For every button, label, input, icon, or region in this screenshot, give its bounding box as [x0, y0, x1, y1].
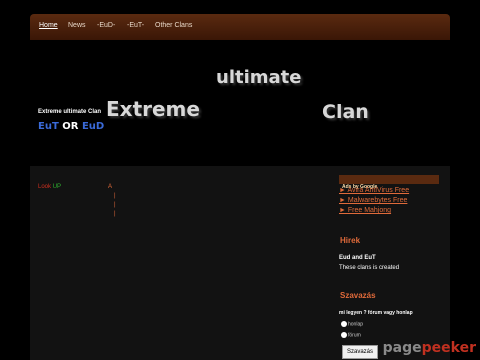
radio-icon[interactable]	[341, 321, 347, 327]
logo-clan: Clan	[322, 101, 369, 123]
up-word: UP	[52, 184, 62, 190]
ad-link-mahjong[interactable]: ► Free Mahjong	[339, 207, 439, 214]
watermark-part1: page	[382, 340, 422, 356]
poll-option-label: honlap	[348, 321, 364, 328]
tag-eut: EuT	[38, 121, 59, 132]
nav-eud[interactable]: -EuD-	[97, 22, 115, 29]
ad-link-malwarebytes[interactable]: ► Malwarebytes Free	[339, 197, 439, 204]
nav-other-clans[interactable]: Other Clans	[155, 22, 192, 29]
ads-header: Ads by Google	[339, 175, 439, 190]
look-up-text: Look UP	[38, 184, 61, 190]
szavazas-title: Szavazás	[340, 291, 376, 300]
nav-eut[interactable]: -EuT-	[127, 22, 144, 29]
bar-2: |	[114, 202, 116, 208]
bar-3: |	[114, 211, 116, 217]
vote-button[interactable]: Szavazás	[342, 345, 378, 359]
ad-link-avira[interactable]: ► Avira AntiVirus Free	[339, 187, 439, 194]
nav-news[interactable]: News	[68, 22, 86, 29]
hirek-headline[interactable]: Eud and EuT	[339, 255, 376, 261]
poll-option-forum[interactable]: fórum	[341, 332, 361, 338]
poll-option-label: fórum	[348, 332, 361, 339]
top-nav: Home News -EuD- -EuT- Other Clans	[30, 14, 450, 40]
look-word: Look	[38, 184, 52, 190]
hirek-title: Hirek	[340, 236, 361, 245]
logo-ultimate: ultimate	[216, 67, 302, 88]
logo-extreme: Extreme	[106, 97, 200, 121]
site-tagline: Extreme ultimate Clan	[38, 109, 102, 115]
tag-or: OR	[62, 121, 79, 132]
tag-eud: EuD	[81, 121, 105, 132]
watermark-part2: peeker	[421, 340, 476, 356]
radio-icon[interactable]	[341, 332, 347, 338]
poll-question: mi legyen ? fórum vagy honlap	[339, 310, 413, 316]
bar-1: |	[114, 193, 116, 199]
clan-tags: EuT OR EuD	[38, 121, 104, 132]
symbol-a: A	[108, 184, 113, 190]
ads-panel: Ads by Google ► Avira AntiVirus Free ► M…	[339, 175, 439, 214]
hirek-text: These clans is created	[339, 265, 400, 271]
poll-option-honlap[interactable]: honlap	[341, 321, 363, 327]
pagepeeker-watermark: pagepeeker	[383, 340, 476, 356]
nav-home[interactable]: Home	[39, 22, 58, 29]
